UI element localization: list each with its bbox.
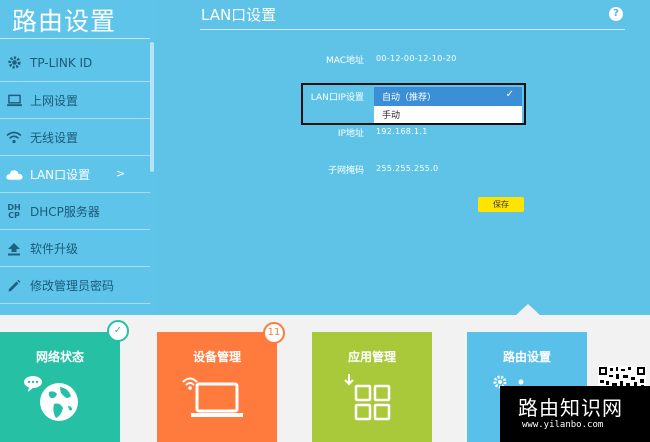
gear-icon bbox=[4, 55, 24, 71]
dhcp-icon: DH CP bbox=[7, 202, 21, 220]
sidebar-item-upgrade[interactable]: 软件升级 bbox=[0, 230, 150, 267]
sidebar-item-dhcp[interactable]: DH CP DHCP服务器 bbox=[0, 193, 150, 230]
sidebar-item-lan[interactable]: LAN口设置 > bbox=[0, 156, 150, 193]
lan-ip-setting-label: LAN口IP设置 bbox=[310, 93, 364, 103]
watermark-overlay: 路由知识网 www.yilanbo.com bbox=[500, 386, 650, 442]
save-button[interactable]: 保存 bbox=[478, 197, 524, 212]
sidebar-item-tplink-id[interactable]: TP-LINK ID bbox=[0, 44, 150, 81]
apps-grid-icon bbox=[344, 374, 391, 421]
watermark-text: 路由知识网 bbox=[518, 396, 623, 420]
globe-icon bbox=[24, 376, 78, 421]
tile-app-management[interactable]: 应用管理 bbox=[312, 332, 432, 442]
title-divider bbox=[200, 29, 625, 30]
sidebar-item-label: 上网设置 bbox=[30, 94, 79, 108]
panel-pointer bbox=[516, 304, 540, 315]
pencil-icon bbox=[4, 278, 24, 294]
sidebar-separator bbox=[0, 303, 150, 304]
tile-label: 应用管理 bbox=[347, 350, 396, 364]
tile-label: 路由设置 bbox=[502, 350, 551, 364]
tile-device-management[interactable]: 设备管理 bbox=[157, 332, 277, 442]
status-check-badge: ✓ bbox=[107, 320, 129, 342]
ip-value: 192.168.1.1 bbox=[376, 127, 428, 136]
wifi-icon bbox=[4, 130, 24, 146]
mask-value: 255.255.255.0 bbox=[376, 164, 439, 173]
sidebar: 路由设置 TP-LINK ID 上网设置 无线设置 LAN口设置 > DH CP… bbox=[0, 0, 158, 314]
sidebar-item-label: LAN口设置 bbox=[30, 168, 91, 182]
sidebar-item-admin-password[interactable]: 修改管理员密码 bbox=[0, 267, 150, 304]
lan-ip-setting-select[interactable]: 自动（推荐） ✓ bbox=[374, 87, 522, 106]
mask-label: 子网掩码 bbox=[327, 166, 364, 176]
sidebar-item-label: 无线设置 bbox=[30, 131, 79, 145]
sidebar-item-label: 修改管理员密码 bbox=[30, 279, 115, 293]
sidebar-item-label: TP-LINK ID bbox=[30, 55, 93, 70]
sidebar-title: 路由设置 bbox=[12, 7, 117, 36]
help-icon[interactable]: ? bbox=[609, 7, 623, 21]
mac-label: MAC地址 bbox=[325, 56, 364, 66]
sidebar-item-label: 软件升级 bbox=[30, 242, 79, 256]
tile-network-status[interactable]: 网络状态 bbox=[0, 332, 120, 442]
laptop-wifi-icon bbox=[182, 377, 243, 417]
mac-value: 00-12-00-12-10-20 bbox=[376, 54, 457, 63]
sidebar-scrollbar[interactable] bbox=[150, 42, 154, 172]
sidebar-item-wireless[interactable]: 无线设置 bbox=[0, 119, 150, 156]
lan-ip-selected-value: 自动（推荐） bbox=[382, 93, 437, 103]
lan-ip-option-manual[interactable]: 手动 bbox=[374, 106, 522, 123]
ip-label: IP地址 bbox=[337, 129, 364, 139]
watermark-url: www.yilanbo.com bbox=[522, 420, 604, 430]
page-title: LAN口设置 bbox=[201, 6, 277, 24]
sidebar-item-label: DHCP服务器 bbox=[30, 205, 100, 219]
check-icon: ✓ bbox=[505, 89, 514, 100]
chevron-right-icon: > bbox=[116, 167, 126, 180]
cloud-icon bbox=[4, 167, 24, 183]
device-count-badge: 11 bbox=[263, 322, 285, 344]
sidebar-item-internet[interactable]: 上网设置 bbox=[0, 82, 150, 119]
tile-label: 设备管理 bbox=[192, 350, 241, 364]
sidebar-divider bbox=[0, 38, 150, 39]
laptop-icon bbox=[4, 93, 24, 109]
upload-icon bbox=[4, 241, 24, 257]
tile-label: 网络状态 bbox=[35, 350, 84, 364]
